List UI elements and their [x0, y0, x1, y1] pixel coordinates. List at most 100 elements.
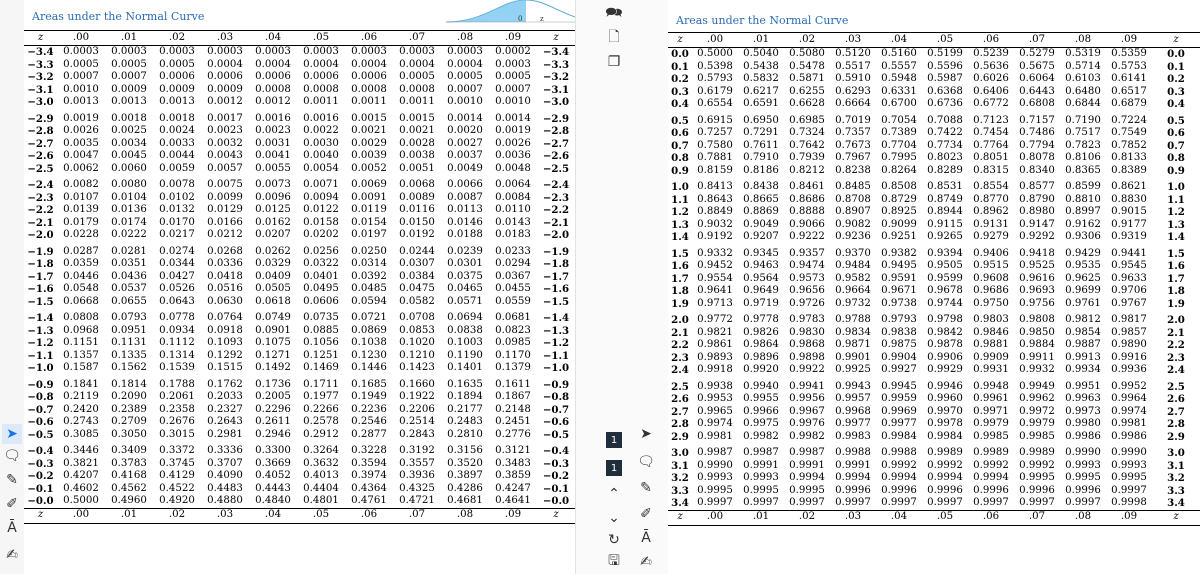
- probability-cell: 0.0005: [63, 58, 99, 70]
- probability-cell: 0.9997: [835, 497, 871, 508]
- probability-cell: 0.9418: [1019, 247, 1055, 259]
- pen-icon[interactable]: ✎: [636, 478, 656, 498]
- chevron-down-icon[interactable]: ⌄: [604, 508, 624, 528]
- probability-cell: 0.9982: [743, 430, 779, 442]
- probability-cell: 0.9943: [835, 380, 871, 392]
- probability-cell: 0.0630: [207, 295, 243, 307]
- probability-cell: 0.0099: [207, 191, 243, 203]
- chat-icon[interactable]: 🗪: [604, 4, 624, 24]
- file-search-icon[interactable]: 🗋: [604, 28, 624, 48]
- probability-cell: 0.5871: [789, 73, 825, 84]
- z-value-cell: 3.2: [671, 472, 689, 484]
- probability-cell: 0.0007: [447, 83, 483, 95]
- comment-icon[interactable]: 🗨: [636, 452, 656, 472]
- probability-cell: 0.0040: [303, 150, 339, 161]
- column-header: .08: [1060, 32, 1106, 48]
- z-value-cell: 1.5: [671, 247, 689, 260]
- z-value-cell: −1.3: [542, 324, 570, 337]
- left-z-table: z .00.01.02.03.04.05.06.07.08.09 z −3.4 0.0…: [24, 30, 575, 524]
- probability-cell: 0.0301: [447, 258, 483, 269]
- probability-cell: 0.4801: [303, 495, 339, 506]
- probability-cell: 0.9826: [743, 326, 779, 338]
- refresh-icon[interactable]: ↻: [604, 530, 624, 550]
- pen-icon[interactable]: ✎: [2, 470, 22, 490]
- table-row: −0.5 0.3085 0.3050 0.3015 0.2981 0.2946 0.2912…: [24, 429, 575, 442]
- cursor-icon[interactable]: ➤: [2, 424, 22, 444]
- z-value-cell: 2.9: [671, 430, 689, 443]
- probability-cell: 0.0096: [255, 191, 291, 203]
- probability-cell: 0.9966: [743, 405, 779, 417]
- probability-cell: 0.9997: [1019, 497, 1055, 508]
- probability-cell: 0.1170: [495, 349, 531, 361]
- probability-cell: 0.1401: [447, 362, 483, 373]
- left-table-panel: Areas under the Normal Curve 0 z z .00.01…: [24, 0, 606, 574]
- cursor-icon[interactable]: ➤: [636, 424, 656, 444]
- text-box-icon[interactable]: Ā: [2, 518, 22, 538]
- probability-cell: 0.7852: [1111, 139, 1147, 151]
- probability-cell: 0.9616: [1019, 272, 1055, 284]
- highlighter-icon[interactable]: ✐: [2, 494, 22, 514]
- probability-cell: 0.0005: [399, 71, 435, 82]
- probability-cell: 0.9515: [973, 260, 1009, 271]
- probability-cell: 0.9370: [835, 247, 871, 259]
- probability-cell: 0.2148: [495, 403, 531, 415]
- probability-cell: 0.0031: [255, 137, 291, 149]
- signature-icon[interactable]: ✍: [2, 545, 22, 565]
- probability-cell: 0.0869: [351, 324, 387, 336]
- chevron-up-icon[interactable]: ⌃: [604, 484, 624, 504]
- probability-cell: 0.0017: [207, 112, 243, 124]
- probability-cell: 0.9964: [1111, 393, 1147, 404]
- probability-cell: 0.8389: [1111, 164, 1147, 176]
- probability-cell: 0.8238: [835, 164, 871, 176]
- signature-icon[interactable]: ✍: [636, 552, 656, 572]
- probability-cell: 0.0080: [111, 179, 147, 190]
- column-footer: .09: [1106, 509, 1152, 526]
- probability-cell: 0.0256: [303, 245, 339, 257]
- probability-cell: 0.0154: [351, 216, 387, 228]
- z-value-cell: −0.1: [542, 482, 570, 495]
- probability-cell: 0.6179: [697, 85, 733, 97]
- probability-cell: 0.9884: [1019, 339, 1055, 350]
- probability-cell: 0.0016: [303, 112, 339, 124]
- probability-cell: 0.9032: [697, 218, 733, 230]
- probability-cell: 0.4404: [303, 482, 339, 494]
- column-header: .00: [57, 30, 105, 46]
- z-value-cell: −2.7: [542, 137, 570, 150]
- z-value-cell: 3.0: [1167, 447, 1185, 459]
- comment-icon[interactable]: 🗨: [2, 446, 22, 466]
- probability-cell: 0.6480: [1065, 85, 1101, 97]
- z-value-cell: −2.4: [542, 179, 570, 191]
- probability-cell: 0.0003: [207, 46, 243, 57]
- probability-cell: 0.9599: [927, 272, 963, 284]
- probability-cell: 0.9951: [1065, 380, 1101, 392]
- table-row: −0.7 0.2420 0.2389 0.2358 0.2327 0.2296 0.2266…: [24, 404, 575, 417]
- copy-icon[interactable]: ❐: [604, 52, 624, 72]
- table-row: −1.3 0.0968 0.0951 0.0934 0.0918 0.0901 0.0885…: [24, 325, 575, 338]
- probability-cell: 0.0708: [399, 312, 435, 323]
- probability-cell: 0.0274: [159, 245, 195, 257]
- z-value-cell: −1.8: [27, 258, 54, 270]
- column-header: .05: [922, 32, 968, 48]
- z-value-cell: −0.5: [27, 428, 54, 441]
- probability-cell: 0.9573: [789, 272, 825, 284]
- table-row: −3.3 0.0005 0.0005 0.0005 0.0004 0.0004 0.0004…: [24, 59, 575, 72]
- probability-cell: 0.6026: [973, 73, 1009, 84]
- z-value-cell: −0.0: [27, 495, 54, 507]
- probability-cell: 0.9756: [1019, 297, 1055, 309]
- probability-cell: 0.9997: [743, 497, 779, 508]
- save-icon[interactable]: 🖫: [604, 552, 624, 572]
- probability-cell: 0.9306: [1065, 231, 1101, 242]
- table-row: −2.4 0.0082 0.0080 0.0078 0.0075 0.0073 0.0071…: [24, 175, 575, 192]
- highlighter-icon[interactable]: ✐: [636, 504, 656, 524]
- probability-cell: 0.3192: [399, 445, 435, 456]
- probability-cell: 0.5793: [697, 73, 733, 84]
- probability-cell: 0.9909: [973, 351, 1009, 363]
- probability-cell: 0.9932: [1019, 364, 1055, 375]
- z-column-footer: z: [668, 509, 692, 526]
- z-value-cell: −1.8: [542, 258, 570, 270]
- probability-cell: 0.7324: [789, 127, 825, 138]
- probability-cell: 0.0024: [159, 125, 195, 136]
- text-box-icon[interactable]: Ā: [636, 528, 656, 548]
- z-value-cell: 0.9: [671, 164, 689, 177]
- probability-cell: 0.0003: [111, 46, 147, 57]
